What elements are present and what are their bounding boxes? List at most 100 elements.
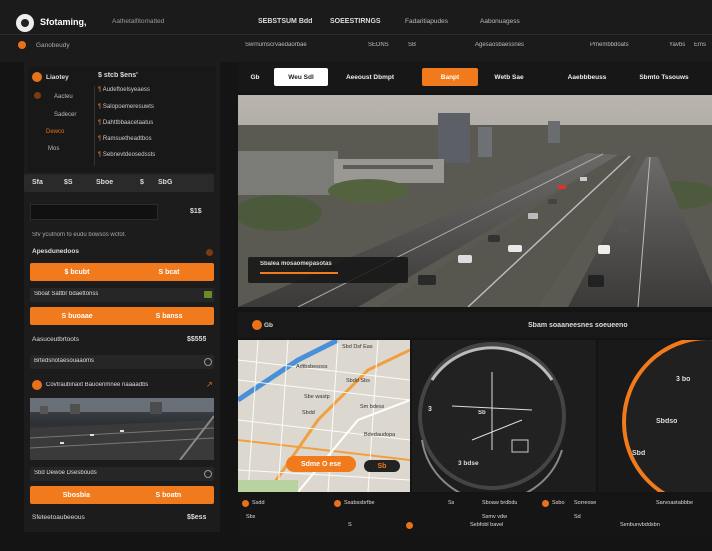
nav-item-3[interactable]: Fadaritiapudes xyxy=(405,18,448,25)
tab-aaebb[interactable]: Aaebbbeuss xyxy=(554,68,620,86)
map-action-button[interactable]: Sdme O ese xyxy=(286,456,356,472)
stat-5: SbG xyxy=(158,179,173,186)
group3-button[interactable]: Sbosbia S boatn xyxy=(30,486,214,504)
footer-item: Ssabssbrfbe xyxy=(344,500,375,506)
nav-row2-6[interactable]: Yavbs xyxy=(669,42,685,48)
preview-image[interactable] xyxy=(30,398,214,460)
alert-text: Covtraubinaxt Bauoenmnee naaaadbs xyxy=(46,382,149,388)
top-bar: Sfotaming, Aathetalfitomatted Ganobeudy … xyxy=(0,0,712,62)
row-label: Sboat Sattbr bdaettonss xyxy=(34,291,99,297)
section-title: Sbam soaaneesnes soeueeno xyxy=(528,322,628,329)
logo-icon xyxy=(16,14,34,32)
footer-item: Sboaw brdbdu xyxy=(482,500,518,506)
gauge-label: 3 xyxy=(428,406,432,413)
nav-row2-2[interactable]: SEDNS xyxy=(368,42,389,48)
stat-2: $S xyxy=(64,179,73,186)
dial-label: 3 bo xyxy=(676,376,691,383)
map-label: Sm bdess xyxy=(360,404,385,410)
tab-banpt-active[interactable]: Banpt xyxy=(422,68,478,86)
footer-item: Sarvoastabbbe xyxy=(656,500,693,506)
footer-item: Ssmv vdw xyxy=(482,514,508,520)
nav-left-label[interactable]: Ganobeudy xyxy=(36,42,70,49)
map-chip[interactable]: Sb xyxy=(364,460,400,472)
group1-title: Apesdunedoos xyxy=(32,248,79,255)
arrow-icon[interactable]: ↗ xyxy=(206,380,213,389)
map-label: Adtbsbesoss xyxy=(296,364,328,370)
overlay-progress xyxy=(260,272,338,274)
tab-sbmto[interactable]: Sbmto Tssouws xyxy=(632,68,696,86)
gauge-panel: 3 Sb 3 bdse xyxy=(412,340,596,492)
dial-label: Sbdso xyxy=(656,418,678,425)
brand-subtitle: Aathetalfitomatted xyxy=(112,18,165,25)
list-item[interactable]: ¶ Audeftoelsyeaess xyxy=(98,87,150,93)
overlay-caption: Sbalea mosaomepasotas xyxy=(260,261,332,267)
footer-dot-icon xyxy=(242,500,249,507)
sidenav-item-1[interactable]: Aacteu xyxy=(54,94,73,100)
menu-dot-icon[interactable] xyxy=(18,41,26,49)
sidebar-header-label: Liaotey xyxy=(46,74,69,81)
divider xyxy=(94,86,95,166)
row2-label: Aasuceutbrtoots xyxy=(32,336,79,343)
nav-row2-1[interactable]: Swrnumscrvaedaorbae xyxy=(245,42,307,48)
sidenav-item-2[interactable]: Sadecer xyxy=(54,112,76,118)
info-icon[interactable] xyxy=(206,249,213,256)
right-dial-panel: 3 bo Sbdso Sbd xyxy=(598,340,712,492)
circle-icon[interactable] xyxy=(204,470,212,478)
stat-3: Sboe xyxy=(96,179,114,186)
sidebar-header-value: $ stcb $ens' xyxy=(98,72,138,79)
nav-dot-icon xyxy=(34,92,41,99)
top-divider xyxy=(0,34,712,35)
group2-button[interactable]: S buoaae S banss xyxy=(30,307,214,325)
sidebar: Liaotey $ stcb $ens' Aacteu Sadecer Dewc… xyxy=(24,62,220,532)
search-value: $1$ xyxy=(190,208,202,215)
alert-icon xyxy=(32,380,42,390)
map-label: Sbe wastp xyxy=(304,394,330,400)
tab-aeeoust[interactable]: Aeeoust Dbmpt xyxy=(334,68,406,86)
nav-item-1[interactable]: SEBSTSUM Bdd xyxy=(258,18,312,25)
tab-gb[interactable]: Gb xyxy=(242,68,268,86)
tab-weu[interactable]: Weu Sdl xyxy=(274,68,328,86)
orange-status-icon xyxy=(32,72,42,82)
footer-item: Sebfobl bavel xyxy=(470,522,504,528)
camera-view[interactable]: Sbalea mosaomepasotas xyxy=(238,95,712,307)
orange-ring xyxy=(622,340,712,492)
badge-icon xyxy=(204,291,212,298)
image-caption: Sbd Dewoe Dsesbouds xyxy=(34,470,97,476)
nav-row2-7[interactable]: Ems xyxy=(694,42,706,48)
caption: Sfv ycutnom fo eudu bowsos wcfot. xyxy=(32,232,127,238)
nav-row2-3[interactable]: SB xyxy=(408,42,416,48)
gauge-dial xyxy=(418,342,566,492)
footer-item: S xyxy=(348,522,352,528)
footer-item: Ssbo xyxy=(552,500,565,506)
map-label: Bdedaudopa xyxy=(364,432,396,438)
list-item[interactable]: ¶ Sebnevtdeosedssts xyxy=(98,152,155,158)
nav-row2-4[interactable]: Agesaosbaessnes xyxy=(475,42,524,48)
nav-item-2[interactable]: SOEESTIRNGS xyxy=(330,18,381,25)
footer-dot-icon xyxy=(542,500,549,507)
footer-panel: Ssdd Ssabssbrfbe Ss Sboaw brdbdu Ssbo So… xyxy=(238,494,712,534)
footer-item: Ss xyxy=(448,500,455,506)
map-label: Sbdd xyxy=(302,410,315,416)
group1-button[interactable]: $ bcubt S bcat xyxy=(30,263,214,281)
map-panel[interactable]: Sbd Dsf Eas Adtbsbesoss Sbdd Sbs Sbe was… xyxy=(238,340,410,492)
list-item[interactable]: ¶ Dahttbbaacetaatus xyxy=(98,120,153,126)
stat-4: $ xyxy=(140,179,144,186)
row3-label: Brtedsnotaesouaaoms xyxy=(34,358,95,364)
footer-dot-icon xyxy=(334,500,341,507)
circle-icon[interactable] xyxy=(204,358,212,366)
list-item[interactable]: ¶ Salopoemeresuwts xyxy=(98,104,154,110)
search-input[interactable] xyxy=(30,204,158,220)
stats-row xyxy=(24,174,214,192)
sidenav-item-3[interactable]: Dewco xyxy=(46,129,64,135)
sidenav-item-4[interactable]: Mos xyxy=(48,146,59,152)
stat-1: Sfa xyxy=(32,179,43,186)
map-label: Sbd Dsf Eas xyxy=(342,344,373,350)
brand-title: Sfotaming, xyxy=(40,17,87,27)
tab-wetb[interactable]: Wetb Sae xyxy=(486,68,532,86)
dial-label: Sbd xyxy=(632,450,646,457)
nav-row2-5[interactable]: Pmembbdoats xyxy=(590,42,629,48)
list-item[interactable]: ¶ Ramsuetheadtbos xyxy=(98,136,152,142)
footer-label: Sfeteetoaubeeous xyxy=(32,514,85,521)
footer-dot-icon xyxy=(406,522,413,529)
nav-item-4[interactable]: Aabonuagess xyxy=(480,18,520,25)
